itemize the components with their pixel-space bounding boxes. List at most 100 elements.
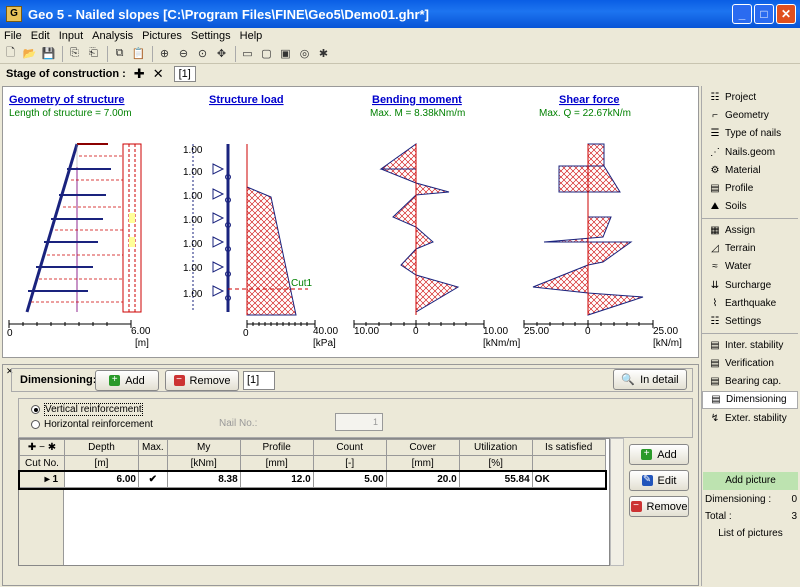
verification-icon: ▤ bbox=[710, 357, 720, 369]
toolbar: 🗋 📂 💾 ⎘ ⎗ ⧉ 📋 ⊕ ⊖ ⊙ ✥ ▭ ▢ ▣ ◎ ✱ bbox=[0, 44, 800, 64]
depth-tick-label: 1.00 bbox=[183, 263, 203, 274]
copy-stage-icon[interactable]: ⎘ bbox=[66, 45, 83, 62]
remove-dimensioning-button[interactable]: − Remove bbox=[165, 370, 239, 391]
inter-stability-icon: ▤ bbox=[710, 339, 720, 351]
app-icon: G bbox=[6, 6, 22, 22]
shear-axis-unit: [kN/m] bbox=[653, 338, 682, 349]
horizontal-reinforcement-radio[interactable]: Horizontal reinforcement bbox=[31, 419, 153, 430]
menu-pictures[interactable]: Pictures bbox=[142, 30, 182, 42]
moment-axis-start: 10.00 bbox=[354, 326, 379, 337]
vertical-reinforcement-radio[interactable]: Vertical reinforcement bbox=[31, 403, 143, 416]
cell-cover[interactable]: 20.0 bbox=[385, 471, 460, 488]
settings-sun-icon[interactable]: ✱ bbox=[315, 45, 332, 62]
sidebar-item-project[interactable]: ☷ Project bbox=[702, 88, 798, 106]
cell-profile[interactable]: 12.0 bbox=[239, 471, 314, 488]
paste-stage-icon[interactable]: ⎗ bbox=[85, 45, 102, 62]
sidebar-label: Nails.geom bbox=[725, 146, 776, 158]
dimensioning-tab-1[interactable]: [1] bbox=[243, 371, 275, 390]
add-picture-button[interactable]: Add picture bbox=[703, 472, 798, 490]
frame3-icon[interactable]: ▣ bbox=[277, 45, 294, 62]
cell-max[interactable]: ✔ bbox=[138, 471, 168, 488]
maximize-button[interactable]: □ bbox=[754, 4, 774, 24]
remove-stage-icon[interactable]: ✕ bbox=[153, 66, 164, 82]
geometry-drawing bbox=[25, 143, 142, 313]
close-button[interactable]: ✕ bbox=[776, 4, 796, 24]
unit-cover: [mm] bbox=[385, 455, 460, 472]
unit-max bbox=[138, 455, 168, 472]
sidebar-item-terrain[interactable]: ◿ Terrain bbox=[702, 239, 798, 257]
sidebar-item-geometry[interactable]: ⌐ Geometry bbox=[702, 106, 798, 124]
shear-axis-mid: 0 bbox=[585, 326, 591, 337]
sidebar-item-earthquake[interactable]: ⌇ Earthquake bbox=[702, 294, 798, 312]
menu-edit[interactable]: Edit bbox=[31, 30, 50, 42]
menu-help[interactable]: Help bbox=[240, 30, 263, 42]
sidebar-item-exter-stability[interactable]: ↯ Exter. stability bbox=[702, 409, 798, 427]
load-drawing: Cut1 bbox=[192, 144, 313, 316]
sidebar-item-profile[interactable]: ▤ Profile bbox=[702, 179, 798, 197]
open-file-icon[interactable]: 📂 bbox=[21, 45, 38, 62]
cell-depth[interactable]: 6.00 bbox=[64, 471, 139, 488]
add-dimensioning-button[interactable]: + Add bbox=[95, 370, 159, 391]
menu-bar: File Edit Input Analysis Pictures Settin… bbox=[0, 28, 800, 44]
cell-utilization[interactable]: 55.84 bbox=[458, 471, 533, 488]
zoom-window-icon[interactable]: ◎ bbox=[296, 45, 313, 62]
col-count: Count bbox=[312, 439, 387, 456]
remove-row-icon[interactable]: − bbox=[39, 442, 45, 453]
row-edit-button[interactable]: ✎ Edit bbox=[629, 470, 689, 491]
move-icon[interactable]: ✥ bbox=[213, 45, 230, 62]
zoom-fit-icon[interactable]: ⊙ bbox=[194, 45, 211, 62]
sidebar-item-inter-stability[interactable]: ▤ Inter. stability bbox=[702, 336, 798, 354]
frame2-icon[interactable]: ▢ bbox=[258, 45, 275, 62]
sidebar-item-dimensioning[interactable]: ▤ Dimensioning bbox=[702, 390, 798, 410]
frame-icon[interactable]: ▭ bbox=[239, 45, 256, 62]
sidebar-item-material[interactable]: ⚙ Material bbox=[702, 161, 798, 179]
row-add-button[interactable]: + Add bbox=[629, 444, 689, 465]
add-row-icon[interactable]: ✚ bbox=[28, 442, 36, 453]
sidebar-item-settings[interactable]: ☷ Settings bbox=[702, 313, 798, 331]
sidebar-item-verification[interactable]: ▤ Verification bbox=[702, 354, 798, 372]
sidebar-item-bearing-cap[interactable]: ▤ Bearing cap. bbox=[702, 372, 798, 390]
unit-depth: [m] bbox=[64, 455, 139, 472]
nail-no-input[interactable]: 1 bbox=[335, 413, 383, 431]
stage-tab-1[interactable]: [1] bbox=[173, 66, 196, 82]
geometry-title[interactable]: Geometry of structure bbox=[9, 94, 125, 106]
plus-icon: + bbox=[641, 449, 653, 460]
sidebar-item-type-of-nails[interactable]: ☰ Type of nails bbox=[702, 125, 798, 143]
load-axis-end: 40.00 bbox=[313, 326, 338, 337]
sidebar-item-water[interactable]: ≈ Water bbox=[702, 258, 798, 276]
row-remove-label: Remove bbox=[646, 500, 688, 513]
save-icon[interactable]: 💾 bbox=[40, 45, 57, 62]
cell-my[interactable]: 8.38 bbox=[166, 471, 241, 488]
table-row[interactable]: ▸ 1 6.00 ✔ 8.38 12.0 5.00 20.0 55.84 OK bbox=[17, 469, 608, 490]
table-scrollbar[interactable] bbox=[610, 438, 624, 566]
row-remove-button[interactable]: − Remove bbox=[629, 496, 689, 517]
shear-title[interactable]: Shear force bbox=[559, 94, 620, 106]
new-file-icon[interactable]: 🗋 bbox=[2, 45, 19, 62]
moment-title[interactable]: Bending moment bbox=[372, 94, 462, 106]
geometry-subtitle: Length of structure = 7.00m bbox=[9, 108, 132, 119]
zoom-out-icon[interactable]: ⊖ bbox=[175, 45, 192, 62]
menu-analysis[interactable]: Analysis bbox=[92, 30, 133, 42]
list-of-pictures-button[interactable]: List of pictures bbox=[703, 528, 798, 539]
asterisk-icon[interactable]: ✱ bbox=[48, 442, 56, 453]
load-title[interactable]: Structure load bbox=[209, 94, 284, 106]
copy-icon[interactable]: ⧉ bbox=[111, 45, 128, 62]
sidebar-item-assign[interactable]: ▦ Assign bbox=[702, 221, 798, 239]
cell-satisfied[interactable]: OK bbox=[531, 471, 606, 488]
cell-count[interactable]: 5.00 bbox=[312, 471, 387, 488]
menu-input[interactable]: Input bbox=[59, 30, 83, 42]
row-edit-label: Edit bbox=[657, 474, 677, 487]
menu-file[interactable]: File bbox=[4, 30, 22, 42]
add-stage-icon[interactable]: ✚ bbox=[134, 66, 145, 82]
earthquake-icon: ⌇ bbox=[712, 297, 718, 309]
minimize-button[interactable]: _ bbox=[732, 4, 752, 24]
menu-settings[interactable]: Settings bbox=[191, 30, 231, 42]
clipboard-icon[interactable]: 📋 bbox=[130, 45, 147, 62]
sidebar-item-surcharge[interactable]: ⇊ Surcharge bbox=[702, 276, 798, 294]
in-detail-button[interactable]: 🔍 In detail bbox=[613, 369, 687, 390]
sidebar-item-soils[interactable]: ⛰ Soils bbox=[702, 198, 798, 216]
row-cut-no[interactable]: ▸ 1 bbox=[19, 471, 65, 488]
zoom-in-icon[interactable]: ⊕ bbox=[156, 45, 173, 62]
drawing-canvas[interactable]: Geometry of structure Length of structur… bbox=[2, 86, 699, 358]
sidebar-item-nails-geom[interactable]: ⋰ Nails.geom bbox=[702, 143, 798, 161]
